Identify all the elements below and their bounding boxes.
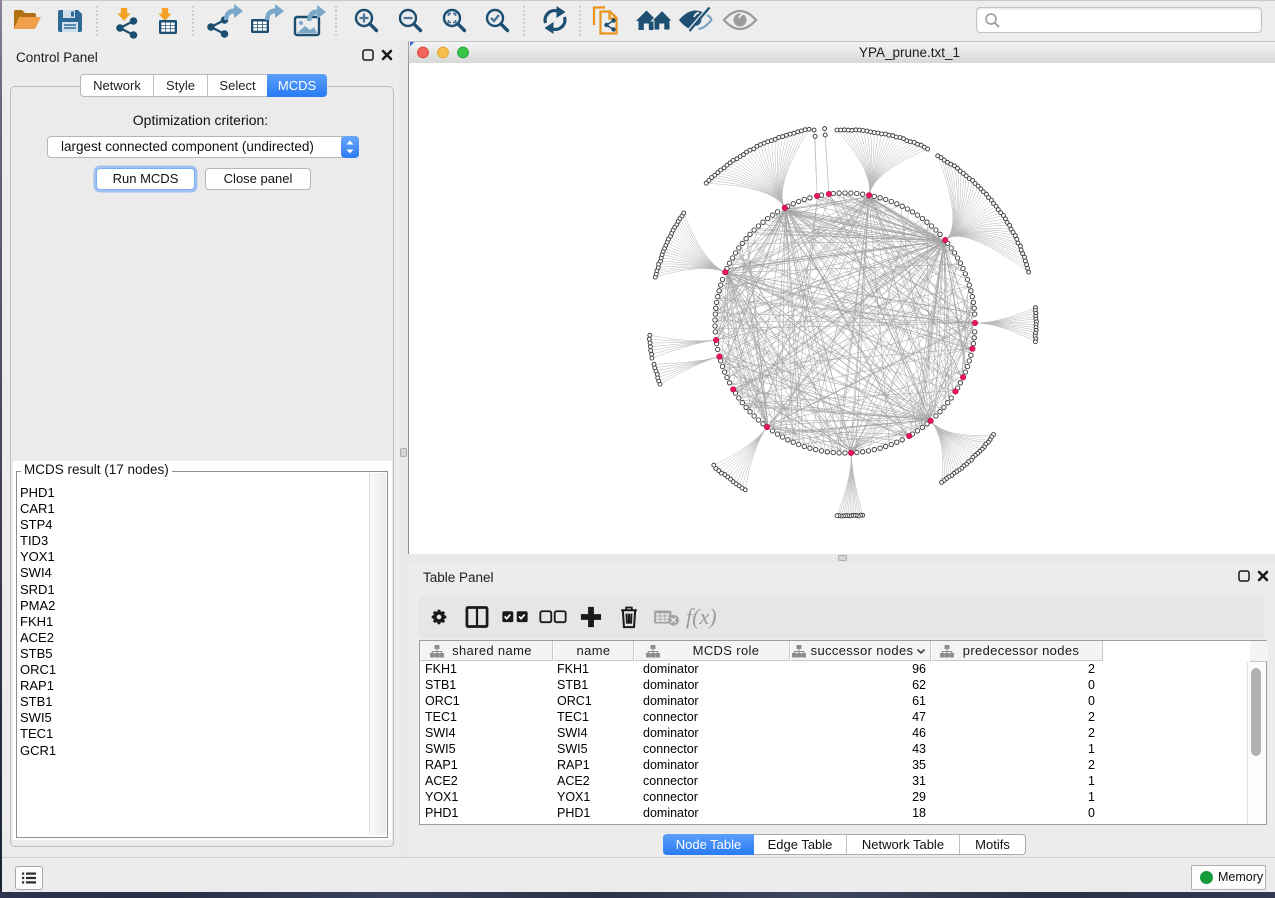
svg-text:f(x): f(x)	[686, 604, 717, 629]
